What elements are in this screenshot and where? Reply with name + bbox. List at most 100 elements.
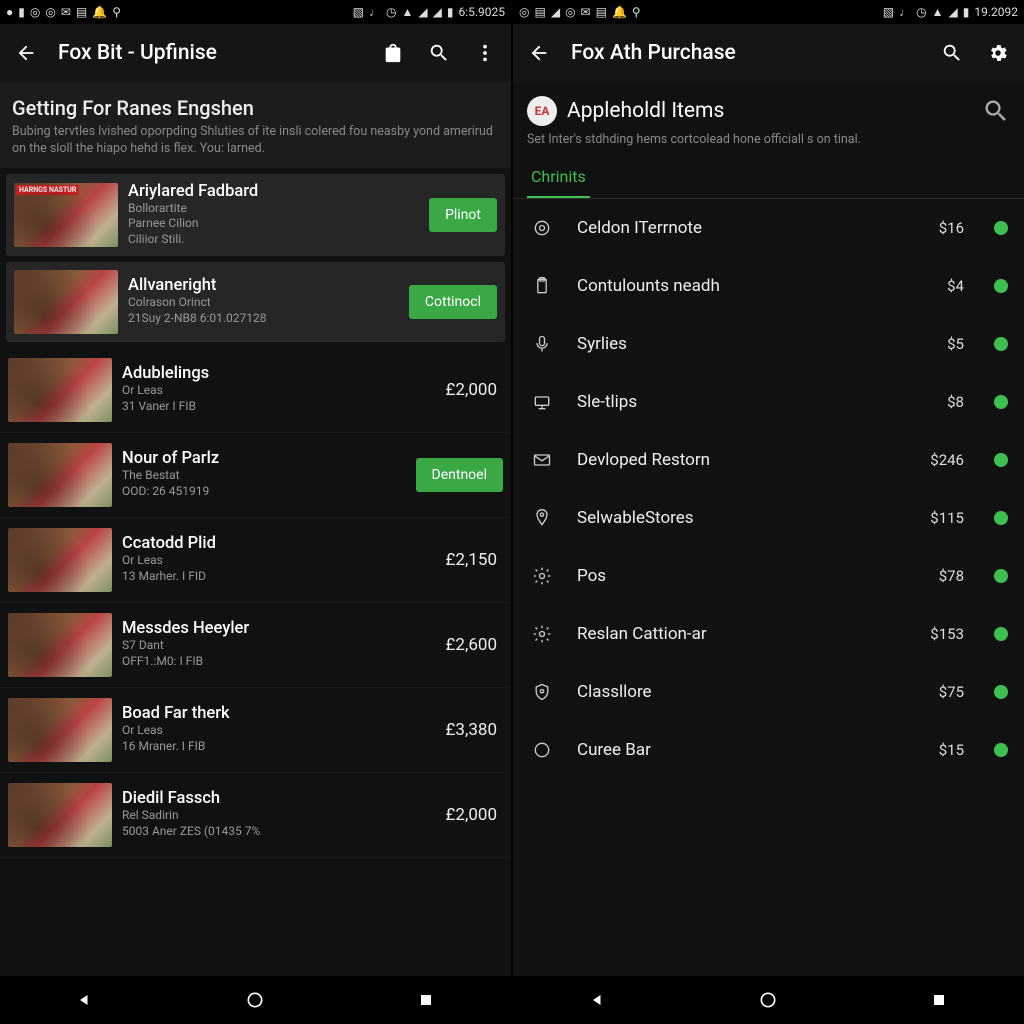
list-item[interactable]: Curee Bar $15: [513, 721, 1024, 779]
item-sub: Parnee Cilion: [128, 216, 419, 232]
price: £2,150: [446, 550, 503, 570]
item-sub: 31 Vaner I FIB: [122, 399, 436, 415]
nav-back-button[interactable]: [584, 986, 612, 1014]
thumbnail: [8, 698, 112, 762]
item-title: Allvaneright: [128, 276, 399, 295]
meta: Adublelings Or Leas 31 Vaner I FIB: [122, 364, 436, 414]
item-label: Curee Bar: [577, 740, 917, 760]
list-item[interactable]: Ccatodd Plid Or Leas 13 Marher. I FID £2…: [0, 518, 511, 603]
wifi-icon: ▲: [401, 5, 413, 19]
app-title: Fox Ath Purchase: [571, 41, 920, 65]
item-label: Reslan Cattion-ar: [577, 624, 908, 644]
bell-icon: 🔔: [92, 5, 107, 19]
tab-chrinits[interactable]: Chrinits: [527, 157, 590, 198]
back-button[interactable]: [12, 39, 40, 67]
item-price: $8: [947, 393, 964, 411]
meta: Diedil Fassch Rel Sadirin 5003 Aner ZES …: [122, 789, 436, 839]
nav-back-button[interactable]: [71, 986, 99, 1014]
item-label: Celdon ITerrnote: [577, 218, 917, 238]
list-item[interactable]: Celdon ITerrnote $16: [513, 199, 1024, 257]
item-price: $153: [930, 625, 964, 643]
status-dot: [994, 569, 1008, 583]
mail-icon: [529, 447, 555, 473]
status-dot: [994, 221, 1008, 235]
search-button[interactable]: [982, 97, 1010, 125]
item-sub: 5003 Aner ZES (01435 7%: [122, 824, 436, 840]
thumbnail: [8, 443, 112, 507]
action-button[interactable]: Cottinocl: [409, 285, 497, 319]
featured-card[interactable]: Allvaneright Colrason Orinct 21Suy 2-NB8…: [6, 262, 505, 342]
featured-card[interactable]: HARNGS NASTUR Ariylared Fadbard Bollorar…: [6, 174, 505, 256]
item-price: $5: [947, 335, 964, 353]
doc-icon: ▤: [76, 5, 87, 19]
thumbnail: [8, 528, 112, 592]
meta: Boad Far therk Or Leas 16 Mraner. I FIB: [122, 704, 436, 754]
item-price: $246: [930, 451, 964, 469]
list-item[interactable]: SelwableStores $115: [513, 489, 1024, 547]
shop-button[interactable]: [379, 39, 407, 67]
list-item[interactable]: Diedil Fassch Rel Sadirin 5003 Aner ZES …: [0, 773, 511, 858]
target-icon: ◎: [45, 5, 55, 19]
list-item[interactable]: Messdes Heeyler S7 Dant OFF1.:M0: I FIB …: [0, 603, 511, 688]
list-item[interactable]: Devloped Restorn $246: [513, 431, 1024, 489]
monitor-icon: [529, 389, 555, 415]
search-button[interactable]: [425, 39, 453, 67]
publisher-icon[interactable]: EA: [527, 96, 557, 126]
list-item[interactable]: Adublelings Or Leas 31 Vaner I FIB £2,00…: [0, 348, 511, 433]
thumbnail: [8, 358, 112, 422]
right-phone: ◎ ▤ ◢ ◎ ✉ ▤ 🔔 ⚲ ▧ ♩ ◷ ▲ ◢ ▮ 19.2092 Fox …: [511, 0, 1024, 1024]
action-button[interactable]: Plinot: [429, 198, 497, 232]
item-title: Nour of Parlz: [122, 449, 406, 468]
item-title: Adublelings: [122, 364, 436, 383]
item-label: SelwableStores: [577, 508, 908, 528]
pin-icon: [529, 505, 555, 531]
item-sub: 21Suy 2-NB8 6:01.027128: [128, 311, 399, 327]
list-item[interactable]: Reslan Cattion-ar $153: [513, 605, 1024, 663]
settings-button[interactable]: [984, 39, 1012, 67]
list-item[interactable]: Boad Far therk Or Leas 16 Mraner. I FIB …: [0, 688, 511, 773]
list-item[interactable]: Classllore $75: [513, 663, 1024, 721]
shield-icon: [529, 679, 555, 705]
item-sub: OOD: 26 451919: [122, 484, 406, 500]
status-dot: [994, 511, 1008, 525]
back-button[interactable]: [525, 39, 553, 67]
list-item[interactable]: Syrlies $5: [513, 315, 1024, 373]
nav-home-button[interactable]: [241, 986, 269, 1014]
gear-icon: [529, 563, 555, 589]
item-price: $75: [939, 683, 964, 701]
battery-icon: ▮: [447, 5, 454, 19]
pin-icon: ⚲: [632, 5, 641, 19]
nav-recent-button[interactable]: [925, 986, 953, 1014]
nav-recent-button[interactable]: [412, 986, 440, 1014]
item-label: Contulounts neadh: [577, 276, 925, 296]
item-price: $16: [939, 219, 964, 237]
right-list[interactable]: Celdon ITerrnote $16 Contulounts neadh $…: [513, 199, 1024, 976]
tab-row: Chrinits: [513, 157, 1024, 199]
list-item[interactable]: Nour of Parlz The Bestat OOD: 26 451919 …: [0, 433, 511, 518]
thumbnail: [14, 270, 118, 334]
left-list[interactable]: HARNGS NASTUR Ariylared Fadbard Bollorar…: [0, 168, 511, 976]
status-dot: [994, 279, 1008, 293]
wifi-icon: ▲: [932, 5, 944, 19]
clock-icon: ◷: [386, 5, 396, 19]
signal-icon: ◢: [949, 5, 958, 19]
thumbnail: HARNGS NASTUR: [14, 183, 118, 247]
search-button[interactable]: [938, 39, 966, 67]
doc-icon: ▤: [596, 5, 607, 19]
price: £2,000: [446, 805, 503, 825]
list-item[interactable]: Sle-tlips $8: [513, 373, 1024, 431]
meta: Messdes Heeyler S7 Dant OFF1.:M0: I FIB: [122, 619, 436, 669]
item-price: $115: [930, 509, 964, 527]
item-label: Pos: [577, 566, 917, 586]
more-button[interactable]: [471, 39, 499, 67]
item-title: Ccatodd Plid: [122, 534, 436, 553]
list-item[interactable]: Contulounts neadh $4: [513, 257, 1024, 315]
status-dot: [994, 627, 1008, 641]
app-bar: Fox Bit - Upfinise: [0, 24, 511, 82]
mail-icon: ✉: [61, 5, 71, 19]
meta: Allvaneright Colrason Orinct 21Suy 2-NB8…: [128, 276, 399, 326]
list-item[interactable]: Pos $78: [513, 547, 1024, 605]
app-bar: Fox Ath Purchase: [513, 24, 1024, 82]
nav-home-button[interactable]: [754, 986, 782, 1014]
action-button[interactable]: Dentnoel: [416, 458, 503, 492]
